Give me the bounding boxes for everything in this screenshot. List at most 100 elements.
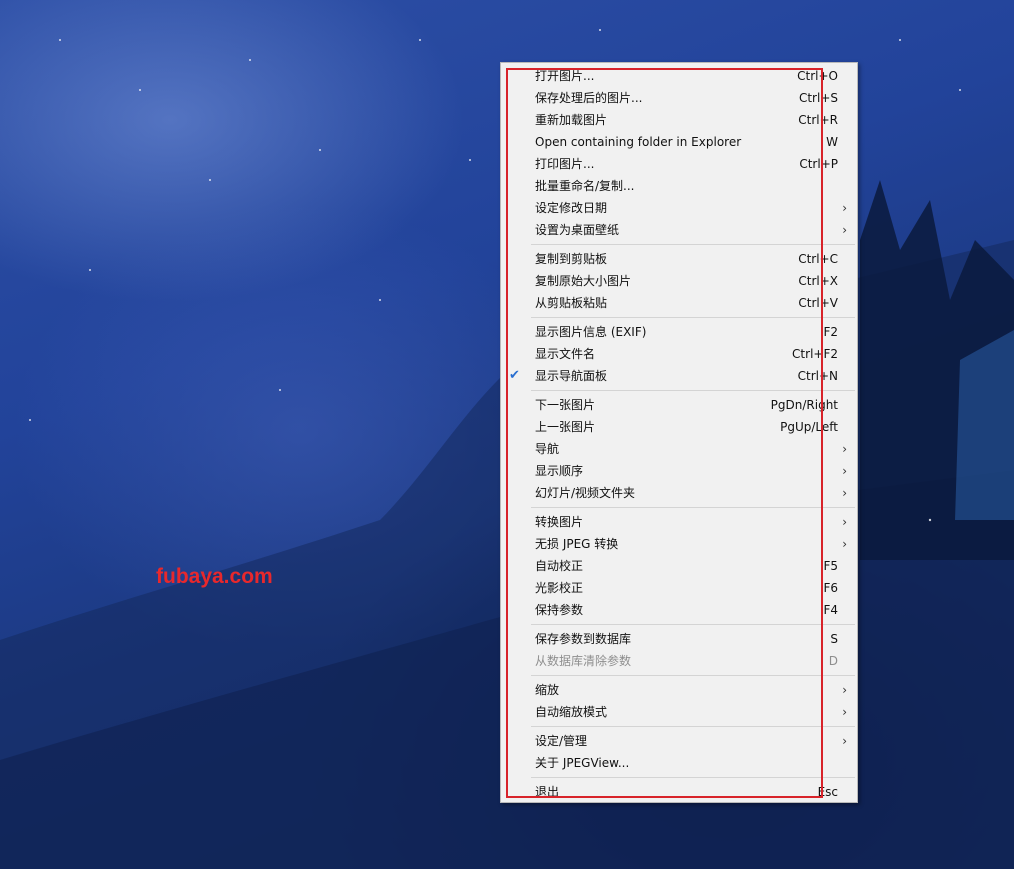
- menu-item-label: 从剪贴板粘贴: [535, 296, 608, 310]
- menu-item-label: 重新加载图片: [535, 113, 608, 127]
- menu-item-settings[interactable]: 设定/管理 ›: [501, 730, 857, 752]
- menu-item-label: 转换图片: [535, 515, 584, 529]
- menu-item-label: 批量重命名/复制...: [535, 179, 635, 193]
- menu-item-label: 导航: [535, 442, 560, 456]
- menu-item-label: 从数据库清除参数: [535, 654, 632, 668]
- menu-item-label: 缩放: [535, 683, 560, 697]
- submenu-arrow-icon: ›: [842, 734, 847, 748]
- menu-item-show-navigation[interactable]: ✔ 显示导航面板 Ctrl+N: [501, 365, 857, 387]
- menu-item-shortcut: PgUp/Left: [780, 420, 838, 434]
- menu-item-shortcut: Ctrl+C: [798, 252, 838, 266]
- menu-item-label: 保持参数: [535, 603, 584, 617]
- menu-item-shortcut: F6: [823, 581, 838, 595]
- menu-item-label: 复制原始大小图片: [535, 274, 632, 288]
- menu-item-navigation[interactable]: 导航 ›: [501, 438, 857, 460]
- menu-item-save-processed[interactable]: 保存处理后的图片... Ctrl+S: [501, 87, 857, 109]
- watermark-text: fubaya.com: [156, 565, 273, 588]
- menu-item-prev-image[interactable]: 上一张图片 PgUp/Left: [501, 416, 857, 438]
- menu-item-transform[interactable]: 转换图片 ›: [501, 511, 857, 533]
- menu-item-save-params-db[interactable]: 保存参数到数据库 S: [501, 628, 857, 650]
- menu-item-label: 幻灯片/视频文件夹: [535, 486, 636, 500]
- menu-item-shortcut: F5: [823, 559, 838, 573]
- checkmark-icon: ✔: [509, 368, 520, 383]
- menu-item-auto-zoom-mode[interactable]: 自动缩放模式 ›: [501, 701, 857, 723]
- menu-item-open-image[interactable]: 打开图片... Ctrl+O: [501, 65, 857, 87]
- menu-item-label: 复制到剪贴板: [535, 252, 608, 266]
- menu-item-shortcut: S: [830, 632, 838, 646]
- menu-item-lossless-jpeg[interactable]: 无损 JPEG 转换 ›: [501, 533, 857, 555]
- menu-item-shortcut: Ctrl+R: [798, 113, 838, 127]
- submenu-arrow-icon: ›: [842, 223, 847, 237]
- menu-item-shortcut: F4: [823, 603, 838, 617]
- menu-item-keep-params[interactable]: 保持参数 F4: [501, 599, 857, 621]
- menu-item-auto-correct[interactable]: 自动校正 F5: [501, 555, 857, 577]
- menu-item-next-image[interactable]: 下一张图片 PgDn/Right: [501, 394, 857, 416]
- menu-item-set-wallpaper[interactable]: 设置为桌面壁纸 ›: [501, 219, 857, 241]
- submenu-arrow-icon: ›: [842, 464, 847, 478]
- submenu-arrow-icon: ›: [842, 201, 847, 215]
- menu-separator: [531, 390, 855, 391]
- menu-separator: [531, 675, 855, 676]
- menu-item-open-folder[interactable]: Open containing folder in Explorer W: [501, 131, 857, 153]
- menu-item-clear-params-db: 从数据库清除参数 D: [501, 650, 857, 672]
- menu-separator: [531, 244, 855, 245]
- submenu-arrow-icon: ›: [842, 442, 847, 456]
- menu-item-set-modified-date[interactable]: 设定修改日期 ›: [501, 197, 857, 219]
- menu-item-shortcut: Ctrl+F2: [792, 347, 838, 361]
- menu-item-label: Open containing folder in Explorer: [535, 135, 742, 149]
- menu-separator: [531, 777, 855, 778]
- menu-item-shortcut: PgDn/Right: [770, 398, 838, 412]
- menu-item-label: 显示导航面板: [535, 369, 608, 383]
- menu-item-about[interactable]: 关于 JPEGView...: [501, 752, 857, 774]
- menu-item-show-exif[interactable]: 显示图片信息 (EXIF) F2: [501, 321, 857, 343]
- menu-item-shortcut: Ctrl+P: [799, 157, 838, 171]
- menu-separator: [531, 507, 855, 508]
- menu-item-label: 自动校正: [535, 559, 584, 573]
- menu-item-shortcut: Ctrl+O: [797, 69, 838, 83]
- menu-item-zoom[interactable]: 缩放 ›: [501, 679, 857, 701]
- menu-item-label: 显示顺序: [535, 464, 584, 478]
- menu-item-label: 显示文件名: [535, 347, 596, 361]
- menu-item-light-correct[interactable]: 光影校正 F6: [501, 577, 857, 599]
- menu-item-label: 光影校正: [535, 581, 584, 595]
- menu-item-slideshow[interactable]: 幻灯片/视频文件夹 ›: [501, 482, 857, 504]
- menu-item-label: 下一张图片: [535, 398, 596, 412]
- menu-item-shortcut: Ctrl+V: [798, 296, 838, 310]
- menu-item-label: 上一张图片: [535, 420, 596, 434]
- menu-item-print[interactable]: 打印图片... Ctrl+P: [501, 153, 857, 175]
- menu-item-shortcut: Ctrl+X: [798, 274, 838, 288]
- submenu-arrow-icon: ›: [842, 515, 847, 529]
- menu-item-paste[interactable]: 从剪贴板粘贴 Ctrl+V: [501, 292, 857, 314]
- menu-item-copy-original[interactable]: 复制原始大小图片 Ctrl+X: [501, 270, 857, 292]
- menu-item-display-order[interactable]: 显示顺序 ›: [501, 460, 857, 482]
- menu-separator: [531, 317, 855, 318]
- menu-item-label: 无损 JPEG 转换: [535, 537, 619, 551]
- submenu-arrow-icon: ›: [842, 486, 847, 500]
- menu-item-label: 关于 JPEGView...: [535, 756, 630, 770]
- menu-item-copy-clipboard[interactable]: 复制到剪贴板 Ctrl+C: [501, 248, 857, 270]
- submenu-arrow-icon: ›: [842, 537, 847, 551]
- menu-item-shortcut: W: [826, 135, 838, 149]
- submenu-arrow-icon: ›: [842, 705, 847, 719]
- menu-separator: [531, 726, 855, 727]
- menu-item-label: 设定/管理: [535, 734, 588, 748]
- menu-item-label: 设置为桌面壁纸: [535, 223, 620, 237]
- menu-item-label: 打印图片...: [535, 157, 595, 171]
- menu-item-label: 退出: [535, 785, 560, 799]
- menu-item-exit[interactable]: 退出 Esc: [501, 781, 857, 803]
- menu-item-shortcut: Ctrl+S: [798, 91, 838, 105]
- menu-item-shortcut: D: [828, 654, 838, 668]
- menu-item-shortcut: Ctrl+N: [797, 369, 838, 383]
- menu-item-batch-rename[interactable]: 批量重命名/复制...: [501, 175, 857, 197]
- menu-item-reload[interactable]: 重新加载图片 Ctrl+R: [501, 109, 857, 131]
- menu-item-label: 设定修改日期: [535, 201, 608, 215]
- menu-item-label: 自动缩放模式: [535, 705, 608, 719]
- menu-item-label: 保存参数到数据库: [535, 632, 632, 646]
- menu-separator: [531, 624, 855, 625]
- submenu-arrow-icon: ›: [842, 683, 847, 697]
- menu-item-shortcut: F2: [823, 325, 838, 339]
- menu-item-label: 显示图片信息 (EXIF): [535, 325, 647, 339]
- context-menu: 打开图片... Ctrl+O 保存处理后的图片... Ctrl+S 重新加载图片 Ctrl…: [500, 62, 858, 803]
- menu-item-show-filename[interactable]: 显示文件名 Ctrl+F2: [501, 343, 857, 365]
- menu-item-label: 打开图片...: [535, 69, 595, 83]
